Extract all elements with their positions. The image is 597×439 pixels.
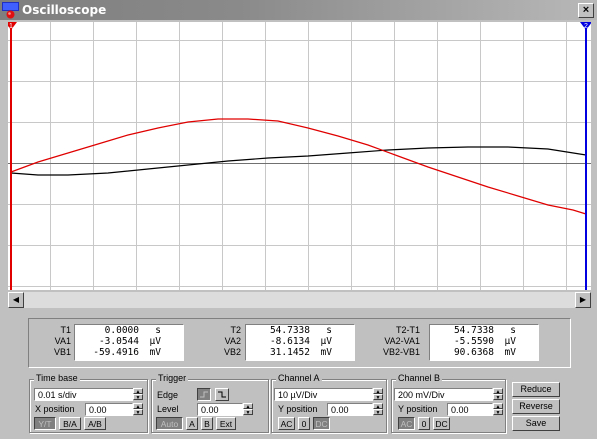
channel-b-dc-button[interactable]: DC bbox=[433, 417, 450, 430]
trigger-title: Trigger bbox=[156, 373, 189, 383]
spin-down-icon[interactable]: ▼ bbox=[133, 394, 143, 401]
readout-label: T2-T1 bbox=[395, 325, 420, 335]
trigger-auto-button[interactable]: Auto bbox=[156, 417, 183, 430]
timebase-title: Time base bbox=[34, 373, 80, 383]
channel-a-group: Channel A 10 µV/Div ▲ ▼ Y position 0.00 ▲… bbox=[271, 373, 387, 433]
cursor-readout-panel: T1 VA1 VB1 0.0000 s -3.0544 µV -59.4916 mV … bbox=[28, 318, 571, 368]
t2-t1-unit: s bbox=[510, 325, 516, 336]
va1-value: -3.0544 bbox=[98, 336, 139, 347]
spin-down-icon[interactable]: ▼ bbox=[493, 394, 503, 401]
cursor-2-marker: 2 bbox=[584, 23, 588, 30]
t2-value: 54.7338 bbox=[269, 325, 310, 336]
channel-b-ac-button[interactable]: AC bbox=[398, 417, 415, 430]
readout-label: VA2-VA1 bbox=[384, 336, 420, 346]
cursor-1-marker: 1 bbox=[9, 23, 13, 30]
ba-button[interactable]: B/A bbox=[59, 417, 81, 430]
scroll-right-icon[interactable]: ▶ bbox=[575, 292, 591, 308]
channel-a-ypos-input[interactable]: 0.00 bbox=[327, 403, 373, 416]
spin-down-icon[interactable]: ▼ bbox=[133, 409, 143, 416]
channel-a-ac-button[interactable]: AC bbox=[278, 417, 295, 430]
channel-b-zero-button[interactable]: 0 bbox=[418, 417, 430, 430]
channel-b-title: Channel B bbox=[396, 373, 443, 383]
spin-down-icon[interactable]: ▼ bbox=[243, 409, 253, 416]
channel-a-ypos-spinner[interactable]: ▲ ▼ bbox=[373, 403, 383, 416]
cursor-1[interactable]: 1 bbox=[8, 22, 17, 290]
close-icon[interactable]: × bbox=[578, 3, 594, 18]
readout-label: T1 bbox=[60, 325, 71, 335]
readout-label: VB2-VB1 bbox=[382, 347, 420, 357]
trigger-ext-button[interactable]: Ext bbox=[216, 417, 236, 430]
spin-down-icon[interactable]: ▼ bbox=[373, 394, 383, 401]
readout-box-2: 54.7338 s -8.6134 µV 31.1452 mV bbox=[245, 324, 355, 361]
vb2-value: 31.1452 bbox=[269, 347, 310, 358]
title-bar: Oscilloscope × bbox=[0, 0, 597, 20]
trigger-a-button[interactable]: A bbox=[186, 417, 198, 430]
window-title: Oscilloscope bbox=[22, 3, 107, 17]
oscilloscope-screen: 1 2 bbox=[8, 22, 591, 290]
timebase-group: Time base 0.01 s/div ▲ ▼ X position 0.00 … bbox=[29, 373, 148, 433]
channel-a-dc-button[interactable]: DC bbox=[313, 417, 330, 430]
timebase-spinner[interactable]: ▲ ▼ bbox=[133, 388, 143, 401]
xpos-spinner[interactable]: ▲ ▼ bbox=[133, 403, 143, 416]
channel-b-ypos-label: Y position bbox=[398, 404, 438, 414]
readout-label: VA2 bbox=[224, 336, 241, 346]
channel-b-ypos-spinner[interactable]: ▲ ▼ bbox=[493, 403, 503, 416]
horizontal-scrollbar[interactable]: ◀ ▶ bbox=[8, 292, 591, 308]
channel-b-scale-spinner[interactable]: ▲ ▼ bbox=[493, 388, 503, 401]
va2-va1-value: -5.5590 bbox=[453, 336, 494, 347]
readout-box-3: 54.7338 s -5.5590 µV 90.6368 mV bbox=[429, 324, 539, 361]
level-input[interactable]: 0.00 bbox=[197, 403, 243, 416]
t2-t1-value: 54.7338 bbox=[453, 325, 494, 336]
t1-value: 0.0000 bbox=[104, 325, 139, 336]
channel-a-zero-button[interactable]: 0 bbox=[298, 417, 310, 430]
ab-button[interactable]: A/B bbox=[84, 417, 106, 430]
channel-b-trace bbox=[10, 118, 587, 215]
oscilloscope-app-icon bbox=[2, 2, 19, 19]
reduce-button[interactable]: Reduce bbox=[512, 382, 560, 397]
readout-label: VA1 bbox=[54, 336, 71, 346]
vb2-vb1-value: 90.6368 bbox=[453, 347, 494, 358]
channel-b-ypos-input[interactable]: 0.00 bbox=[447, 403, 493, 416]
va2-value: -8.6134 bbox=[269, 336, 310, 347]
trigger-group: Trigger Edge Level 0.00 ▲ ▼ Auto A B Ext bbox=[151, 373, 269, 433]
vb1-value: -59.4916 bbox=[93, 347, 139, 358]
va2-va1-unit: µV bbox=[504, 336, 516, 347]
channel-b-group: Channel B 200 mV/Div ▲ ▼ Y position 0.00 … bbox=[391, 373, 506, 433]
xpos-label: X position bbox=[35, 404, 75, 414]
va2-unit: µV bbox=[320, 336, 332, 347]
channel-a-scale-select[interactable]: 10 µV/Div bbox=[274, 388, 373, 401]
va1-unit: µV bbox=[149, 336, 161, 347]
t1-unit: s bbox=[155, 325, 161, 336]
channel-b-scale-select[interactable]: 200 mV/Div bbox=[394, 388, 493, 401]
channel-a-ypos-label: Y position bbox=[278, 404, 318, 414]
trigger-b-button[interactable]: B bbox=[201, 417, 213, 430]
channel-a-trace bbox=[10, 146, 587, 176]
spin-down-icon[interactable]: ▼ bbox=[493, 409, 503, 416]
rising-edge-icon[interactable] bbox=[197, 388, 211, 401]
falling-edge-icon[interactable] bbox=[215, 388, 229, 401]
channel-a-scale-spinner[interactable]: ▲ ▼ bbox=[373, 388, 383, 401]
level-spinner[interactable]: ▲ ▼ bbox=[243, 403, 253, 416]
save-button[interactable]: Save bbox=[512, 416, 560, 431]
t2-unit: s bbox=[326, 325, 332, 336]
scroll-left-icon[interactable]: ◀ bbox=[8, 292, 24, 308]
spin-down-icon[interactable]: ▼ bbox=[373, 409, 383, 416]
edge-label: Edge bbox=[157, 390, 179, 400]
readout-box-1: 0.0000 s -3.0544 µV -59.4916 mV bbox=[74, 324, 184, 361]
channel-a-title: Channel A bbox=[276, 373, 322, 383]
vb1-unit: mV bbox=[149, 347, 161, 358]
timebase-select[interactable]: 0.01 s/div bbox=[34, 388, 135, 401]
readout-label: VB2 bbox=[223, 347, 241, 357]
reverse-button[interactable]: Reverse bbox=[512, 399, 560, 414]
yt-button[interactable]: Y/T bbox=[34, 417, 56, 430]
vb2-unit: mV bbox=[320, 347, 332, 358]
cursor-2[interactable]: 2 bbox=[580, 22, 591, 290]
readout-label: T2 bbox=[230, 325, 241, 335]
vb2-vb1-unit: mV bbox=[504, 347, 516, 358]
xpos-input[interactable]: 0.00 bbox=[85, 403, 133, 416]
readout-label: VB1 bbox=[53, 347, 71, 357]
level-label: Level bbox=[157, 404, 179, 414]
